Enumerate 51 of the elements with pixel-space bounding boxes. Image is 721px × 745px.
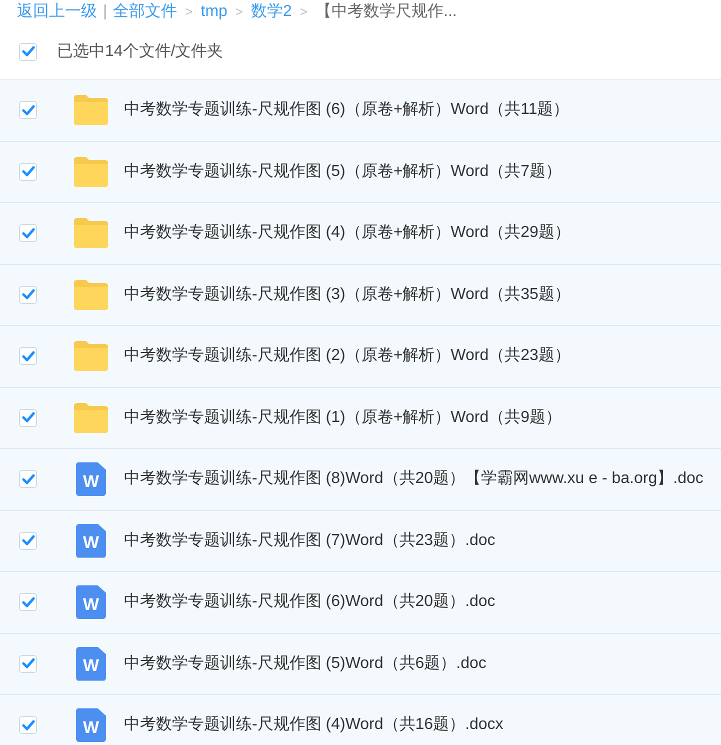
folder-icon: [72, 402, 110, 434]
file-row[interactable]: 中考数学专题训练-尺规作图 (6)（原卷+解析）Word（共11题）: [0, 80, 721, 142]
checkbox[interactable]: [19, 408, 37, 427]
file-name: 中考数学专题训练-尺规作图 (4)（原卷+解析）Word（共29题）: [124, 222, 570, 244]
checkbox[interactable]: [19, 224, 37, 242]
file-row[interactable]: W 中考数学专题训练-尺规作图 (7)Word（共23题）.doc: [0, 510, 721, 572]
word-file-icon: W: [76, 462, 106, 496]
file-row[interactable]: W 中考数学专题训练-尺规作图 (5)Word（共6题）.doc: [0, 634, 721, 695]
folder-icon: [72, 278, 110, 311]
file-name: 中考数学专题训练-尺规作图 (4)Word（共16题）.docx: [124, 714, 504, 736]
file-row[interactable]: W 中考数学专题训练-尺规作图 (6)Word（共20题）.doc: [0, 572, 721, 634]
folder-icon: [72, 94, 110, 126]
file-name: 中考数学专题训练-尺规作图 (6)（原卷+解析）Word（共11题）: [124, 100, 570, 120]
file-row[interactable]: W 中考数学专题训练-尺规作图 (4)Word（共16题）.docx: [0, 695, 721, 745]
file-name: 中考数学专题训练-尺规作图 (8)Word（共20题）【学霸网www.xu e - ba.org】.doc: [124, 468, 704, 490]
file-row[interactable]: W 中考数学专题训练-尺规作图 (8)Word（共20题）【学霸网www.xu e - ba.org】.doc: [0, 449, 721, 510]
separator: |: [103, 2, 108, 22]
checkbox[interactable]: [19, 347, 37, 366]
folder-icon: [72, 156, 110, 188]
checkbox[interactable]: [19, 593, 37, 612]
file-row[interactable]: 中考数学专题训练-尺规作图 (2)（原卷+解析）Word（共23题）: [0, 326, 721, 388]
checkbox[interactable]: [19, 42, 37, 60]
word-file-icon: W: [76, 646, 106, 681]
file-name: 中考数学专题训练-尺规作图 (3)（原卷+解析）Word（共35题）: [124, 284, 570, 305]
checkbox[interactable]: [19, 470, 37, 488]
word-file-icon: W: [76, 524, 106, 558]
file-row[interactable]: 中考数学专题训练-尺规作图 (1)（原卷+解析）Word（共9题）: [0, 388, 721, 449]
file-row[interactable]: 中考数学专题训练-尺规作图 (4)（原卷+解析）Word（共29题）: [0, 203, 721, 264]
file-name: 中考数学专题训练-尺规作图 (2)（原卷+解析）Word（共23题）: [124, 346, 570, 366]
file-row[interactable]: 中考数学专题训练-尺规作图 (3)（原卷+解析）Word（共35题）: [0, 264, 721, 326]
folder-icon: [72, 217, 110, 250]
word-file-icon: W: [76, 708, 106, 742]
checkbox[interactable]: [19, 101, 37, 120]
folder-icon: [72, 340, 110, 372]
file-name: 中考数学专题训练-尺规作图 (5)Word（共6题）.doc: [124, 654, 486, 674]
breadcrumb-arrow: >: [184, 3, 194, 22]
checkbox[interactable]: [19, 716, 37, 734]
file-name: 中考数学专题训练-尺规作图 (1)（原卷+解析）Word（共9题）: [124, 408, 562, 428]
file-name: 中考数学专题训练-尺规作图 (6)Word（共20题）.doc: [124, 592, 496, 612]
file-row[interactable]: 中考数学专题训练-尺规作图 (5)（原卷+解析）Word（共7题）: [0, 142, 721, 203]
selection-count: 已选中14个文件/文件夹: [57, 42, 224, 62]
breadcrumb-arrow: >: [298, 3, 309, 22]
checkbox[interactable]: [19, 162, 37, 181]
breadcrumb-arrow: >: [234, 3, 244, 22]
checkbox[interactable]: [19, 654, 37, 673]
checkbox[interactable]: [19, 532, 37, 550]
file-name: 中考数学专题训练-尺规作图 (5)（原卷+解析）Word（共7题）: [124, 162, 562, 182]
checkbox[interactable]: [19, 286, 37, 304]
current-folder: 【中考数学尺规作...: [316, 2, 457, 22]
file-name: 中考数学专题训练-尺规作图 (7)Word（共23题）.doc: [124, 530, 496, 551]
word-file-icon: W: [76, 585, 106, 620]
